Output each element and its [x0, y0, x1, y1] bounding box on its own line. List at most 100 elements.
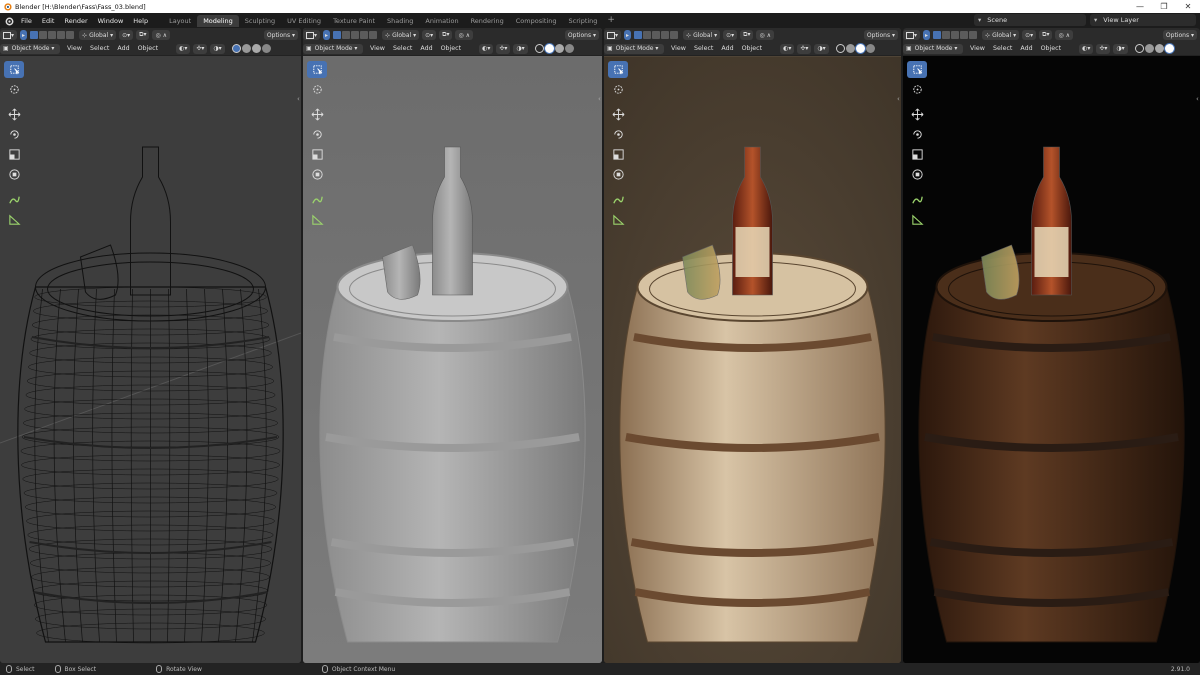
shading-rendered-icon[interactable] [865, 44, 875, 53]
scale-icon[interactable] [608, 146, 628, 163]
maximize-button[interactable]: ❐ [1152, 0, 1176, 13]
pivot-point-dropdown[interactable]: ⊙▾ [723, 30, 738, 40]
select-mode-buttons[interactable] [333, 31, 378, 39]
select-menu[interactable]: Select [690, 45, 717, 52]
proportional-edit-toggle[interactable]: ◎ ∧ [756, 30, 775, 40]
shading-solid-icon[interactable] [845, 44, 855, 53]
snap-toggle[interactable]: ⧉▾ [136, 30, 150, 40]
visibility-dropdown[interactable]: ◐▾ [780, 43, 795, 54]
transform-icon[interactable] [4, 166, 24, 183]
annotate-icon[interactable] [608, 191, 628, 208]
collapse-arrow-icon[interactable]: ‹ [897, 95, 901, 105]
viewport-canvas[interactable]: ‹ [303, 57, 602, 663]
shading-wireframe-icon[interactable] [231, 44, 241, 53]
visibility-dropdown[interactable]: ◐▾ [176, 43, 191, 54]
shading-wireframe-icon[interactable] [835, 44, 845, 53]
viewport-canvas[interactable]: ‹ [604, 57, 901, 663]
select-mode-buttons[interactable] [933, 31, 978, 39]
object-menu[interactable]: Object [738, 45, 767, 52]
transform-orientation-dropdown[interactable]: ⊹ Global ▾ [382, 30, 420, 40]
select-box-icon[interactable] [907, 61, 927, 78]
pivot-point-dropdown[interactable]: ⊙▾ [1022, 30, 1037, 40]
snap-toggle[interactable]: ⧉▾ [1039, 30, 1053, 40]
editor-type-button[interactable]: ▾ [0, 30, 18, 40]
select-tool-button[interactable]: ▸ [20, 30, 28, 40]
select-box-icon[interactable] [4, 61, 24, 78]
proportional-edit-toggle[interactable]: ◎ ∧ [1055, 30, 1074, 40]
editor-type-button[interactable]: ▾ [903, 30, 921, 40]
snap-toggle[interactable]: ⧉▾ [439, 30, 453, 40]
tab-scripting[interactable]: Scripting [563, 15, 604, 27]
viewport-canvas[interactable]: ‹ [903, 57, 1200, 663]
mode-dropdown[interactable]: ▣ Object Mode ▾ [0, 43, 60, 54]
tab-sculpting[interactable]: Sculpting [239, 15, 281, 27]
proportional-edit-toggle[interactable]: ◎ ∧ [152, 30, 171, 40]
measure-icon[interactable] [4, 211, 24, 228]
overlay-toggle[interactable]: ◑▾ [513, 43, 528, 54]
editor-type-button[interactable]: ▾ [604, 30, 622, 40]
mode-dropdown[interactable]: ▣ Object Mode ▾ [604, 43, 664, 54]
move-icon[interactable] [907, 106, 927, 123]
shading-buttons[interactable] [835, 44, 875, 53]
gizmo-toggle[interactable]: ✣▾ [496, 43, 511, 54]
shading-material-icon[interactable] [554, 44, 564, 53]
menu-help[interactable]: Help [128, 17, 153, 25]
shading-solid-icon[interactable] [544, 44, 554, 53]
scale-icon[interactable] [907, 146, 927, 163]
snap-toggle[interactable]: ⧉▾ [740, 30, 754, 40]
pivot-point-dropdown[interactable]: ⊙▾ [119, 30, 134, 40]
tab-modeling[interactable]: Modeling [197, 14, 239, 27]
annotate-icon[interactable] [907, 191, 927, 208]
mode-dropdown[interactable]: ▣ Object Mode ▾ [903, 43, 963, 54]
pivot-point-dropdown[interactable]: ⊙▾ [422, 30, 437, 40]
gizmo-toggle[interactable]: ✣▾ [193, 43, 208, 54]
editor-type-button[interactable]: ▾ [303, 30, 321, 40]
scale-icon[interactable] [307, 146, 327, 163]
viewport-scene[interactable] [903, 57, 1200, 663]
tab-uv-editing[interactable]: UV Editing [281, 15, 327, 27]
menu-render[interactable]: Render [59, 17, 92, 25]
tab-compositing[interactable]: Compositing [510, 15, 563, 27]
move-icon[interactable] [307, 106, 327, 123]
overlay-toggle[interactable]: ◑▾ [210, 43, 225, 54]
options-dropdown[interactable]: Options ▾ [263, 30, 298, 40]
tab-shading[interactable]: Shading [381, 15, 419, 27]
collapse-arrow-icon[interactable]: ‹ [1196, 95, 1200, 105]
shading-material-icon[interactable] [1154, 44, 1164, 53]
rotate-icon[interactable] [307, 126, 327, 143]
mode-dropdown[interactable]: ▣ Object Mode ▾ [303, 43, 363, 54]
close-button[interactable]: ✕ [1176, 0, 1200, 13]
annotate-icon[interactable] [4, 191, 24, 208]
shading-buttons[interactable] [231, 44, 271, 53]
menu-file[interactable]: File [16, 17, 37, 25]
add-menu[interactable]: Add [1016, 45, 1036, 52]
overlay-toggle[interactable]: ◑▾ [1113, 43, 1128, 54]
viewport-wireframe[interactable]: ▾ ▸ ⊹ Global ▾ ⊙▾ ⧉▾ ◎ ∧ Options ▾ ▣ Objec… [0, 28, 301, 663]
add-menu[interactable]: Add [113, 45, 133, 52]
select-box-icon[interactable] [608, 61, 628, 78]
options-dropdown[interactable]: Options ▾ [1162, 30, 1197, 40]
tab-animation[interactable]: Animation [419, 15, 464, 27]
transform-icon[interactable] [307, 166, 327, 183]
cursor-icon[interactable] [307, 81, 327, 98]
tab-rendering[interactable]: Rendering [465, 15, 510, 27]
view-menu[interactable]: View [366, 45, 389, 52]
transform-orientation-dropdown[interactable]: ⊹ Global ▾ [683, 30, 721, 40]
cursor-icon[interactable] [608, 81, 628, 98]
select-menu[interactable]: Select [389, 45, 416, 52]
select-mode-buttons[interactable] [634, 31, 679, 39]
transform-icon[interactable] [608, 166, 628, 183]
select-tool-button[interactable]: ▸ [323, 30, 331, 40]
gizmo-toggle[interactable]: ✣▾ [1096, 43, 1111, 54]
move-icon[interactable] [4, 106, 24, 123]
shading-buttons[interactable] [1134, 44, 1174, 53]
viewport-scene[interactable] [0, 57, 301, 663]
select-mode-buttons[interactable] [30, 31, 75, 39]
select-tool-button[interactable]: ▸ [923, 30, 931, 40]
move-icon[interactable] [608, 106, 628, 123]
viewport-solid[interactable]: ▾ ▸ ⊹ Global ▾ ⊙▾ ⧉▾ ◎ ∧ Options ▾ ▣ Objec… [303, 28, 602, 663]
view-menu[interactable]: View [966, 45, 989, 52]
proportional-edit-toggle[interactable]: ◎ ∧ [455, 30, 474, 40]
viewport-scene[interactable] [303, 57, 602, 663]
cursor-icon[interactable] [907, 81, 927, 98]
